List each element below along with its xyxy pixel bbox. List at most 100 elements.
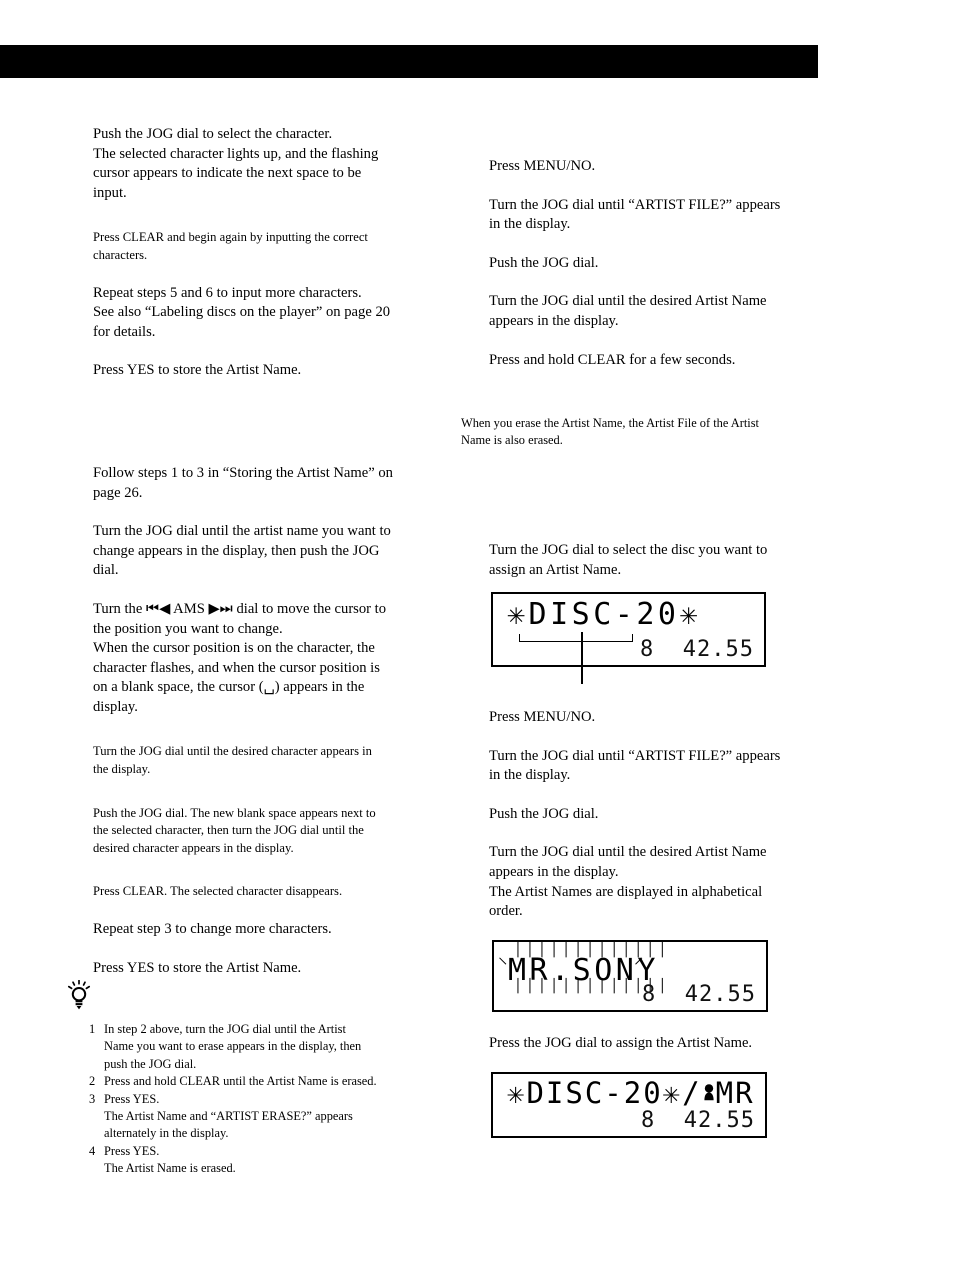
text-line: change appears in the display, then push…: [93, 542, 380, 559]
paragraph-press-menu-no-1: Press MENU/NO.: [489, 157, 819, 177]
tip-numbered-list: 1 In step 2 above, turn the JOG dial unt…: [89, 1021, 434, 1178]
paragraph-push-jog-1: Push the JOG dial.: [489, 254, 819, 274]
text-line: Press CLEAR. The selected character disa…: [93, 884, 343, 899]
text-line: the position you want to change.: [93, 620, 283, 637]
text-line: display.: [93, 698, 138, 715]
paragraph-turn-jog-desired-artist-1: Turn the JOG dial until the desired Arti…: [489, 292, 819, 331]
paragraph-press-menu-no-2: Press MENU/NO.: [489, 708, 819, 728]
lcd-main-text-pre: ✳DISC-20✳/: [507, 1076, 702, 1110]
list-item: 1 In step 2 above, turn the JOG dial unt…: [89, 1021, 434, 1073]
list-item: 2 Press and hold CLEAR until the Artist …: [89, 1073, 434, 1090]
text-line: The Artist Names are displayed in alphab…: [489, 883, 763, 900]
paragraph-turn-ams-cursor: Turn the ⏮◀ AMS ▶⏭ dial to move the curs…: [93, 600, 433, 718]
text-line: Follow steps 1 to 3 in “Storing the Arti…: [93, 464, 393, 481]
paragraph-turn-jog-artist-file-2: Turn the JOG dial until “ARTIST FILE?” a…: [489, 747, 819, 786]
flash-mark-left-icon: ⸌: [498, 954, 508, 976]
paragraph-press-clear-correct: Press CLEAR and begin again by inputting…: [93, 229, 433, 264]
text-line: Name you want to erase appears in the di…: [104, 1039, 362, 1054]
paragraph-press-yes-store: Press YES to store the Artist Name.: [93, 361, 433, 381]
text-line: Press YES.: [104, 1091, 160, 1106]
lcd-display-artist-name: │││││││││││││ MR.SONY │││││││││││││ ⸌ ⸍ …: [492, 940, 768, 1012]
spacer-section: [93, 381, 433, 445]
text-line: Repeat step 3 to change more characters.: [93, 921, 332, 938]
paragraph-press-yes-store-2: Press YES to store the Artist Name.: [93, 959, 433, 979]
text-line: The Artist Name and “ARTIST ERASE?” appe…: [104, 1109, 353, 1124]
paragraph-press-hold-clear: Press and hold CLEAR for a few seconds.: [489, 351, 819, 371]
paragraph-turn-jog-select-disc: Turn the JOG dial to select the disc you…: [489, 541, 819, 580]
text-line: characters.: [93, 247, 148, 262]
text-line: dial.: [93, 562, 119, 579]
paragraph-repeat-step-3: Repeat step 3 to change more characters.: [93, 920, 433, 940]
text-line: assign an Artist Name.: [489, 561, 622, 578]
list-number: 4: [89, 1143, 96, 1158]
lightbulb-icon: [66, 979, 92, 1010]
text-line: Push the JOG dial.: [489, 254, 599, 271]
text-line: Name is also erased.: [461, 433, 563, 448]
text-line: order.: [489, 903, 523, 920]
lcd-sub-text: 8 42.55: [641, 1108, 755, 1133]
list-item: 3 Press YES. The Artist Name and “ARTIST…: [89, 1091, 434, 1143]
callout-bracket: [519, 634, 633, 642]
text-line: push the JOG dial.: [104, 1056, 197, 1071]
artist-person-icon: [702, 1078, 716, 1112]
text-line: When the cursor position is on the chara…: [93, 640, 375, 657]
list-text: Press and hold CLEAR until the Artist Na…: [104, 1073, 434, 1090]
flash-mark-right-icon: ⸍: [634, 954, 644, 976]
text-line: in the display.: [489, 767, 571, 784]
paragraph-turn-jog-desired-artist-2: Turn the JOG dial until the desired Arti…: [489, 843, 819, 921]
text-line: Turn the JOG dial to select the disc you…: [489, 542, 768, 558]
text-line: Turn the JOG dial until “ARTIST FILE?” a…: [489, 747, 781, 764]
text-line: appears in the display.: [489, 312, 619, 329]
paragraph-turn-jog-artist-file-1: Turn the JOG dial until “ARTIST FILE?” a…: [489, 196, 819, 235]
text-line: appears in the display.: [489, 863, 619, 880]
text-line: Push the JOG dial.: [489, 805, 599, 822]
list-number: 3: [89, 1091, 96, 1106]
text-line: When you erase the Artist Name, the Arti…: [461, 416, 760, 430]
text-line: cursor appears to indicate the next spac…: [93, 165, 362, 182]
paragraph-push-jog-new-blank: Push the JOG dial. The new blank space a…: [93, 805, 433, 858]
text-line: Turn the JOG dial until “ARTIST FILE?” a…: [489, 196, 781, 213]
text-line: in the display.: [489, 216, 571, 233]
header-band: [0, 45, 818, 78]
text-line: Press MENU/NO.: [489, 709, 596, 725]
paragraph-repeat-steps-5-6: Repeat steps 5 and 6 to input more chara…: [93, 284, 433, 343]
text-line: The selected character lights up, and th…: [93, 145, 379, 162]
list-number: 1: [89, 1022, 96, 1036]
lcd-display-assigned-artist: ✳DISC-20✳/ MR 8 42.55: [491, 1072, 767, 1138]
text-line: the display.: [93, 762, 151, 777]
list-text: In step 2 above, turn the JOG dial until…: [104, 1021, 434, 1073]
lcd-sub-text: 8 42.55: [640, 637, 754, 662]
text-line: Press CLEAR and begin again by inputting…: [93, 230, 368, 245]
text-line: desired character appears in the display…: [93, 840, 294, 855]
caption-press-jog-assign: Press the JOG dial to assign the Artist …: [489, 1034, 829, 1054]
paragraph-turn-jog-select-disc-wrap: Turn the JOG dial to select the disc you…: [489, 541, 819, 580]
text-line: Repeat steps 5 and 6 to input more chara…: [93, 284, 362, 301]
text-line: Turn the JOG dial until the desired Arti…: [489, 293, 767, 310]
text-line: page 26.: [93, 484, 143, 501]
lcd-sub-text: 8 42.55: [642, 982, 756, 1007]
text-line: character flashes, and when the cursor p…: [93, 659, 380, 676]
text-line: Press and hold CLEAR until the Artist Na…: [104, 1074, 377, 1089]
lcd-main-text: ✳DISC-20✳: [507, 597, 702, 632]
text-line: In step 2 above, turn the JOG dial until…: [104, 1022, 346, 1036]
paragraph-push-jog-2: Push the JOG dial.: [489, 805, 819, 825]
text-line: The Artist Name is erased.: [104, 1161, 236, 1176]
paragraph-turn-jog-artist-change: Turn the JOG dial until the artist name …: [93, 522, 433, 581]
text-line: See also “Labeling discs on the player” …: [93, 304, 391, 321]
text-line: the selected character, then turn the JO…: [93, 823, 364, 838]
text-line: Push the JOG dial. The new blank space a…: [93, 805, 376, 820]
lcd-main-text-row: ✳DISC-20✳/ MR: [507, 1076, 755, 1112]
